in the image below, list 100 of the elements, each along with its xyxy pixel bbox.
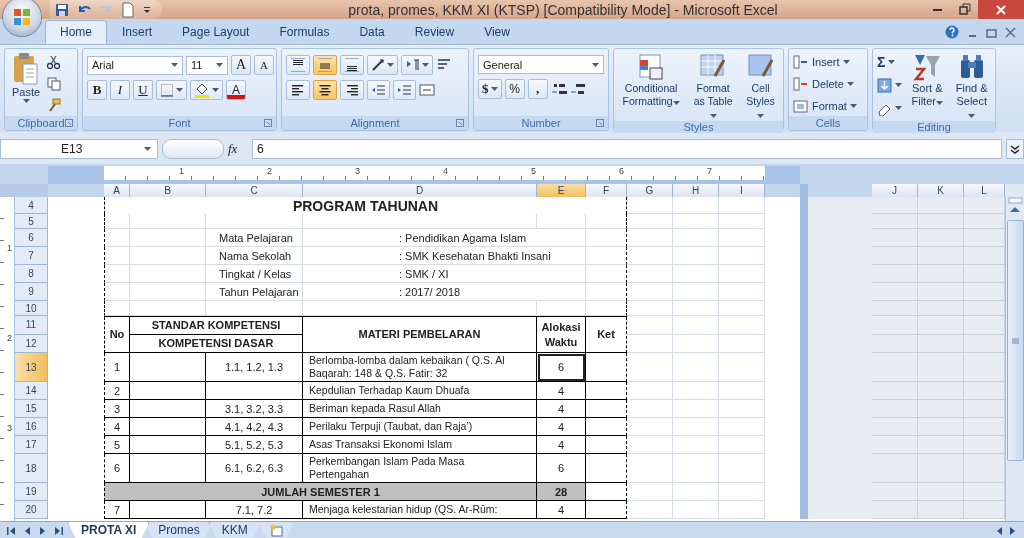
clipboard-icon[interactable] [11, 52, 41, 86]
align-top-button[interactable] [286, 55, 310, 75]
row-header[interactable]: 16 [15, 418, 48, 436]
bold-button[interactable]: B [87, 80, 107, 100]
borders-button[interactable] [156, 80, 187, 100]
comma-style-button[interactable]: , [527, 79, 548, 99]
insert-sheet-button[interactable] [258, 522, 294, 538]
sheet-tab[interactable]: KKM [208, 522, 261, 538]
ribbon-tab[interactable]: View [469, 20, 525, 44]
format-painter-icon[interactable] [46, 98, 62, 114]
paste-button[interactable]: Paste [9, 52, 43, 103]
column-header[interactable]: E [537, 184, 586, 197]
insert-cells-button[interactable]: Insert [793, 52, 850, 72]
last-sheet-icon[interactable] [54, 524, 64, 537]
formula-field[interactable]: 6 [252, 139, 1002, 159]
dropdown-arrow-icon[interactable] [144, 147, 151, 151]
dropdown-arrow-icon[interactable] [935, 101, 943, 105]
row-header[interactable]: 11 [15, 316, 48, 335]
name-box[interactable]: E13 [0, 139, 158, 159]
shrink-font-button[interactable]: A [254, 55, 274, 75]
ribbon-tab[interactable]: Home [45, 20, 107, 44]
first-sheet-icon[interactable] [6, 524, 16, 537]
align-right-button[interactable] [340, 80, 364, 100]
dropdown-arrow-icon[interactable] [757, 114, 765, 118]
sort-filter-button[interactable]: Sort & Filter [908, 52, 947, 108]
dialog-launcher-icon[interactable] [456, 119, 464, 127]
row-header[interactable]: 10 [15, 301, 48, 316]
column-header[interactable]: J [872, 184, 918, 197]
dropdown-arrow-icon[interactable] [171, 63, 178, 67]
font-name-field[interactable]: Arial [87, 55, 183, 75]
dropdown-arrow-icon[interactable] [422, 63, 429, 67]
italic-button[interactable]: I [110, 80, 130, 100]
expand-formula-bar-button[interactable] [1006, 139, 1024, 159]
grow-font-button[interactable]: A [231, 55, 251, 75]
decrease-decimal-icon[interactable] [569, 81, 586, 97]
fill-button[interactable] [877, 75, 902, 95]
column-header[interactable]: B [130, 184, 206, 197]
column-header[interactable]: C [206, 184, 303, 197]
delete-cells-button[interactable]: Delete [793, 74, 854, 94]
percent-button[interactable]: % [504, 79, 525, 99]
restore-icon[interactable] [986, 26, 997, 38]
dropdown-arrow-icon[interactable] [842, 60, 850, 64]
row-header[interactable]: 17 [15, 436, 48, 454]
column-header[interactable]: L [964, 184, 1005, 197]
column-header[interactable]: K [918, 184, 964, 197]
format-as-table-button[interactable]: Format as Table [688, 52, 739, 121]
row-header[interactable]: 15 [15, 400, 48, 418]
text-direction-button[interactable] [401, 55, 433, 75]
dropdown-arrow-icon[interactable] [212, 88, 219, 92]
ribbon-tab[interactable]: Insert [107, 20, 168, 44]
column-header[interactable]: A [104, 184, 130, 197]
column-header[interactable]: I [719, 184, 765, 197]
dialog-launcher-icon[interactable] [596, 119, 604, 127]
help-icon[interactable] [945, 25, 959, 39]
row-header[interactable]: 5 [15, 214, 48, 229]
sheet-tab[interactable]: Promes [145, 522, 213, 538]
row-header[interactable]: 20 [15, 501, 48, 519]
dropdown-arrow-icon[interactable] [895, 106, 902, 110]
cell-styles-button[interactable]: Cell Styles [742, 52, 779, 121]
copy-icon[interactable] [46, 76, 62, 92]
dropdown-arrow-icon[interactable] [22, 99, 30, 103]
align-center-button[interactable] [313, 80, 337, 100]
increase-indent-button[interactable] [393, 80, 416, 100]
insert-function-button[interactable]: fx [228, 141, 248, 157]
dialog-launcher-icon[interactable] [264, 119, 272, 127]
dropdown-arrow-icon[interactable] [216, 63, 223, 67]
save-icon[interactable] [54, 1, 70, 18]
ribbon-tab[interactable]: Data [344, 20, 400, 44]
dropdown-arrow-icon[interactable] [176, 88, 183, 92]
conditional-formatting-button[interactable]: Conditional Formatting [618, 52, 685, 108]
row-header[interactable]: 13 [15, 353, 48, 382]
row-header[interactable]: 6 [15, 229, 48, 247]
dropdown-arrow-icon[interactable] [968, 114, 976, 118]
merge-center-icon[interactable] [419, 82, 435, 98]
row-header[interactable]: 14 [15, 382, 48, 400]
dropdown-arrow-icon[interactable] [387, 63, 394, 67]
font-color-button[interactable]: A [226, 80, 246, 100]
vertical-scrollbar[interactable] [1005, 197, 1024, 521]
splitter-handle[interactable] [162, 139, 224, 159]
dropdown-arrow-icon[interactable] [672, 101, 680, 105]
sheet-tab[interactable]: PROTA XI [68, 522, 150, 538]
dialog-launcher-icon[interactable] [65, 119, 73, 127]
column-header[interactable]: G [627, 184, 673, 197]
find-select-button[interactable]: Find & Select [952, 52, 991, 121]
underline-button[interactable]: U [133, 80, 153, 100]
column-header[interactable]: H [673, 184, 719, 197]
row-header[interactable]: 9 [15, 283, 48, 301]
align-bottom-button[interactable] [340, 55, 364, 75]
row-header[interactable]: 7 [15, 247, 48, 265]
close-button[interactable] [978, 0, 1024, 19]
ribbon-tab[interactable]: Formulas [264, 20, 345, 44]
dropdown-arrow-icon[interactable] [709, 114, 717, 118]
close-icon[interactable] [1005, 26, 1016, 38]
column-header[interactable]: D [303, 184, 537, 197]
align-left-button[interactable] [286, 80, 310, 100]
ribbon-tab[interactable]: Page Layout [167, 20, 265, 44]
row-header[interactable]: 4 [15, 197, 48, 214]
format-cells-button[interactable]: Format [793, 96, 857, 116]
font-size-field[interactable]: 11 [186, 55, 228, 75]
currency-button[interactable]: $ [478, 79, 502, 99]
